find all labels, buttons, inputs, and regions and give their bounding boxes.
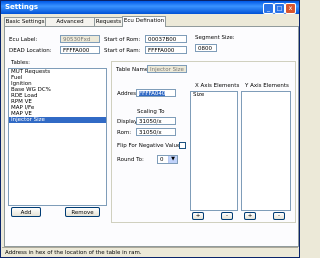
tables-caption: Tables: — [11, 60, 30, 66]
y-axis-list[interactable] — [241, 91, 291, 211]
segment-size-caption: Segment Size: — [195, 35, 235, 41]
address-field[interactable]: FFFFA040 — [136, 89, 176, 97]
ecu-label-caption: Ecu Label: — [9, 37, 38, 43]
start-of-ram-field[interactable]: FFFFA000 — [145, 46, 187, 54]
tables-list[interactable]: MUT Requests Fuel Ignition Base WG DC% R… — [8, 68, 107, 206]
x-axis-list[interactable]: Size — [190, 91, 238, 211]
y-axis-remove-button[interactable]: - — [273, 212, 285, 220]
close-button[interactable]: x — [285, 3, 296, 14]
title-bar[interactable]: Settings _ □ x — [1, 1, 299, 14]
window-title: Settings — [5, 3, 39, 11]
chevron-down-icon[interactable]: ▼ — [168, 156, 177, 163]
remove-table-button[interactable]: Remove — [65, 207, 100, 217]
maximize-button[interactable]: □ — [274, 3, 285, 14]
add-table-button[interactable]: Add — [11, 207, 41, 217]
y-axis-caption: Y Axis Elements — [245, 83, 289, 89]
ecu-label-field[interactable]: 90530Fxd — [60, 35, 100, 43]
settings-window: Settings _ □ x Basic Settings Advanced S… — [0, 0, 300, 258]
tab-ecu-defination[interactable]: Ecu Defination — [122, 16, 166, 27]
display-scaling-field[interactable]: 31050/x — [136, 117, 176, 125]
dead-location-caption: DEAD Location: — [9, 48, 52, 54]
start-of-rom-caption: Start of Rom: — [104, 37, 141, 43]
ecu-defination-panel: Ecu Label: 90530Fxd DEAD Location: FFFFA… — [4, 26, 299, 247]
minimize-button[interactable]: _ — [263, 3, 274, 14]
scaling-to-caption: Scaling To — [137, 109, 165, 115]
round-to-caption: Round To: — [117, 157, 144, 163]
x-axis-remove-button[interactable]: - — [221, 212, 233, 220]
x-axis-item[interactable]: Size — [191, 92, 237, 98]
rom-scaling-field[interactable]: 31050/x — [136, 128, 176, 136]
x-axis-caption: X Axis Elements — [195, 83, 240, 89]
x-axis-add-button[interactable]: + — [192, 212, 204, 220]
flip-negative-caption: Flip For Negative Values: — [117, 143, 186, 149]
tables-list-item-selected[interactable]: Injector Size — [9, 117, 106, 123]
table-name-caption: Table Name: — [116, 67, 151, 73]
round-to-value: 0 — [160, 157, 164, 163]
start-of-rom-field[interactable]: 00037B00 — [145, 35, 187, 43]
start-of-ram-caption: Start of Ram: — [104, 48, 141, 54]
table-name-field[interactable]: Injector Size — [147, 65, 187, 73]
rom-caption: Rom: — [117, 130, 132, 136]
round-to-dropdown[interactable]: 0 ▼ — [157, 155, 178, 164]
segment-size-field[interactable]: 0800 — [195, 44, 217, 52]
status-bar: Address in hex of the location of the ta… — [2, 247, 298, 257]
dead-location-field[interactable]: FFFFA000 — [60, 46, 100, 54]
y-axis-add-button[interactable]: + — [244, 212, 256, 220]
address-value: FFFFA040 — [139, 91, 166, 97]
flip-negative-checkbox[interactable] — [179, 142, 186, 149]
